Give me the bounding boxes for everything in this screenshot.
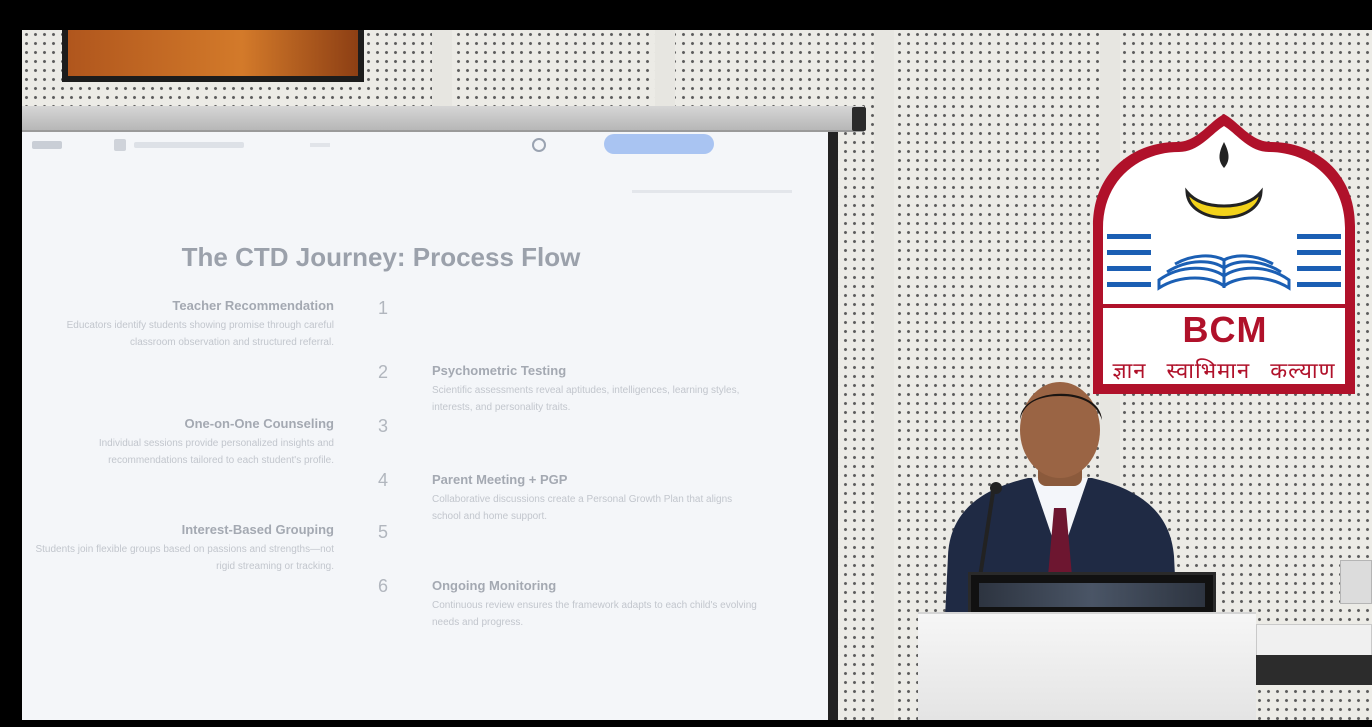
lectern [918,612,1256,720]
process-step: Ongoing Monitoring Continuous review ens… [432,578,762,631]
process-step: Interest-Based Grouping Students join fl… [26,522,334,575]
step-title: Ongoing Monitoring [432,578,557,593]
projector-screen-housing [22,106,864,132]
process-step: One-on-One Counseling Individual session… [26,416,334,469]
toolbar-pill-button [604,134,714,154]
step-description: Collaborative discussions create a Perso… [432,494,733,522]
presentation-toolbar [22,132,828,193]
user-icon [532,138,546,152]
process-step: Teacher Recommendation Educators identif… [26,298,334,351]
wall-painting [62,30,364,82]
logo-name: BCM [1182,309,1268,350]
step-title: Psychometric Testing [432,363,567,378]
step-number: 6 [378,576,389,596]
step-description: Scientific assessments reveal aptitudes,… [432,385,740,413]
wall-panel-seam [874,30,894,720]
step-number: 2 [378,362,389,382]
projection-screen: The CTD Journey: Process Flow Teacher Re… [22,132,828,720]
step-description: Educators identify students showing prom… [66,320,334,348]
toolbar-divider [310,143,330,147]
document-icon [114,139,126,151]
step-number: 4 [378,470,389,490]
document-tab [134,142,244,148]
step-number: 3 [378,416,389,436]
side-equipment-base [1256,655,1372,685]
home-tab [32,141,62,149]
step-description: Students join flexible groups based on p… [35,544,334,572]
wall-switch [1340,560,1372,604]
step-title: One-on-One Counseling [184,416,335,431]
process-step: Parent Meeting + PGP Collaborative discu… [432,472,762,525]
step-title: Teacher Recommendation [172,298,334,313]
slide-title: The CTD Journey: Process Flow [181,242,581,272]
event-photo: The CTD Journey: Process Flow Teacher Re… [0,0,1372,727]
step-title: Interest-Based Grouping [181,522,334,537]
step-description: Individual sessions provide personalized… [98,438,334,466]
toolbar-line [632,190,792,193]
process-step: Psychometric Testing Scientific assessme… [432,363,762,416]
step-description: Continuous review ensures the framework … [432,600,757,628]
step-number: 1 [378,298,389,318]
step-title: Parent Meeting + PGP [432,472,568,487]
projector-screen-cap [852,107,866,131]
step-number: 5 [378,522,389,542]
